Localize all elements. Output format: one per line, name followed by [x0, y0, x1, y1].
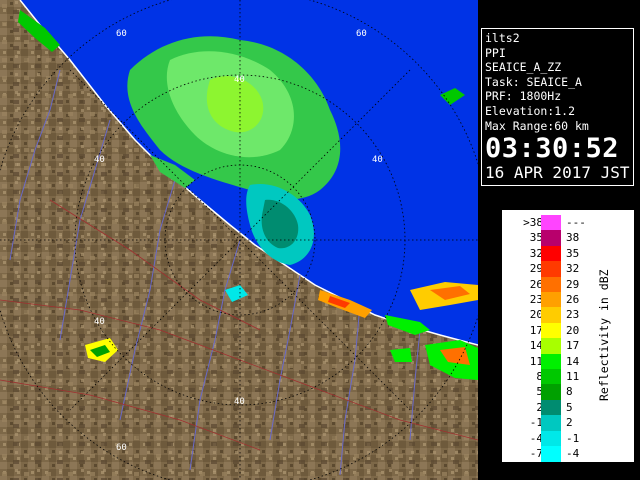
legend-upper-bound: 32 — [566, 262, 580, 276]
legend-upper-bound: -1 — [566, 431, 580, 445]
legend-color-swatch — [541, 292, 561, 308]
range-label: 40 — [372, 155, 383, 165]
range-label: 60 — [116, 443, 127, 453]
product-name: ilts2 — [485, 31, 520, 45]
scan-date: 16 APR 2017 JST — [485, 163, 630, 183]
field-name: SEAICE_A_ZZ — [485, 60, 562, 75]
range-label: 40 — [234, 75, 245, 85]
legend-unit-label: Reflectivity in dBZ — [597, 269, 611, 401]
legend-upper-bound: 29 — [566, 277, 580, 291]
legend-upper-bound: 8 — [566, 385, 573, 399]
scan-type: PPI — [485, 45, 506, 60]
legend-row: 35 38 — [503, 230, 633, 246]
reflectivity-legend: >38 --- 35 38 32 35 29 32 26 29 23 26 20 23 17 20 14 17 11… — [502, 210, 634, 462]
legend-color-swatch — [541, 261, 561, 277]
legend-color-swatch — [541, 353, 561, 370]
legend-color-swatch — [541, 446, 561, 462]
legend-color-swatch — [541, 215, 561, 231]
legend-upper-bound: 17 — [566, 339, 580, 353]
task-name: Task: SEAICE_A — [485, 74, 582, 89]
legend-color-swatch — [541, 338, 561, 354]
legend-upper-bound: 35 — [566, 246, 580, 260]
range-label: 40 — [234, 397, 245, 407]
legend-upper-bound: 5 — [566, 400, 573, 414]
range-label: 40 — [94, 317, 105, 327]
legend-upper-bound: -4 — [566, 447, 580, 460]
range-label: 40 — [94, 155, 105, 165]
legend-color-swatch — [541, 245, 561, 262]
legend-color-swatch — [541, 230, 561, 246]
legend-row: >38 --- — [503, 215, 633, 231]
radar-map: 60 60 40 40 40 40 40 60 — [0, 0, 478, 480]
legend-color-swatch — [541, 430, 561, 447]
legend-upper-bound: 14 — [566, 354, 580, 368]
legend-color-swatch — [541, 399, 561, 416]
max-range-value: Max Range:60 km — [485, 118, 589, 133]
range-label: 60 — [356, 29, 367, 39]
legend-upper-bound: 2 — [566, 416, 573, 430]
legend-color-swatch — [541, 384, 561, 400]
legend-upper-bound: 26 — [566, 293, 580, 306]
legend-upper-bound: --- — [566, 216, 586, 229]
legend-color-swatch — [541, 369, 561, 385]
scan-time: 03:30:52 — [485, 133, 620, 165]
legend-upper-bound: 20 — [566, 323, 580, 337]
legend-color-swatch — [541, 322, 561, 339]
legend-color-swatch — [541, 415, 561, 431]
legend-upper-bound: 11 — [566, 370, 580, 383]
prf-value: PRF: 1800Hz — [485, 89, 562, 104]
legend-color-swatch — [541, 276, 561, 293]
legend-color-swatch — [541, 307, 561, 323]
legend-upper-bound: 38 — [566, 231, 580, 245]
scan-info-panel: ilts2 PPI SEAICE_A_ZZ Task: SEAICE_A PRF… — [481, 28, 634, 186]
elevation-value: Elevation:1.2 — [485, 103, 576, 118]
legend-row: -4 -1 — [503, 430, 633, 447]
range-label: 60 — [116, 29, 127, 39]
legend-row: -7 -4 — [503, 446, 633, 462]
legend-upper-bound: 23 — [566, 308, 580, 322]
